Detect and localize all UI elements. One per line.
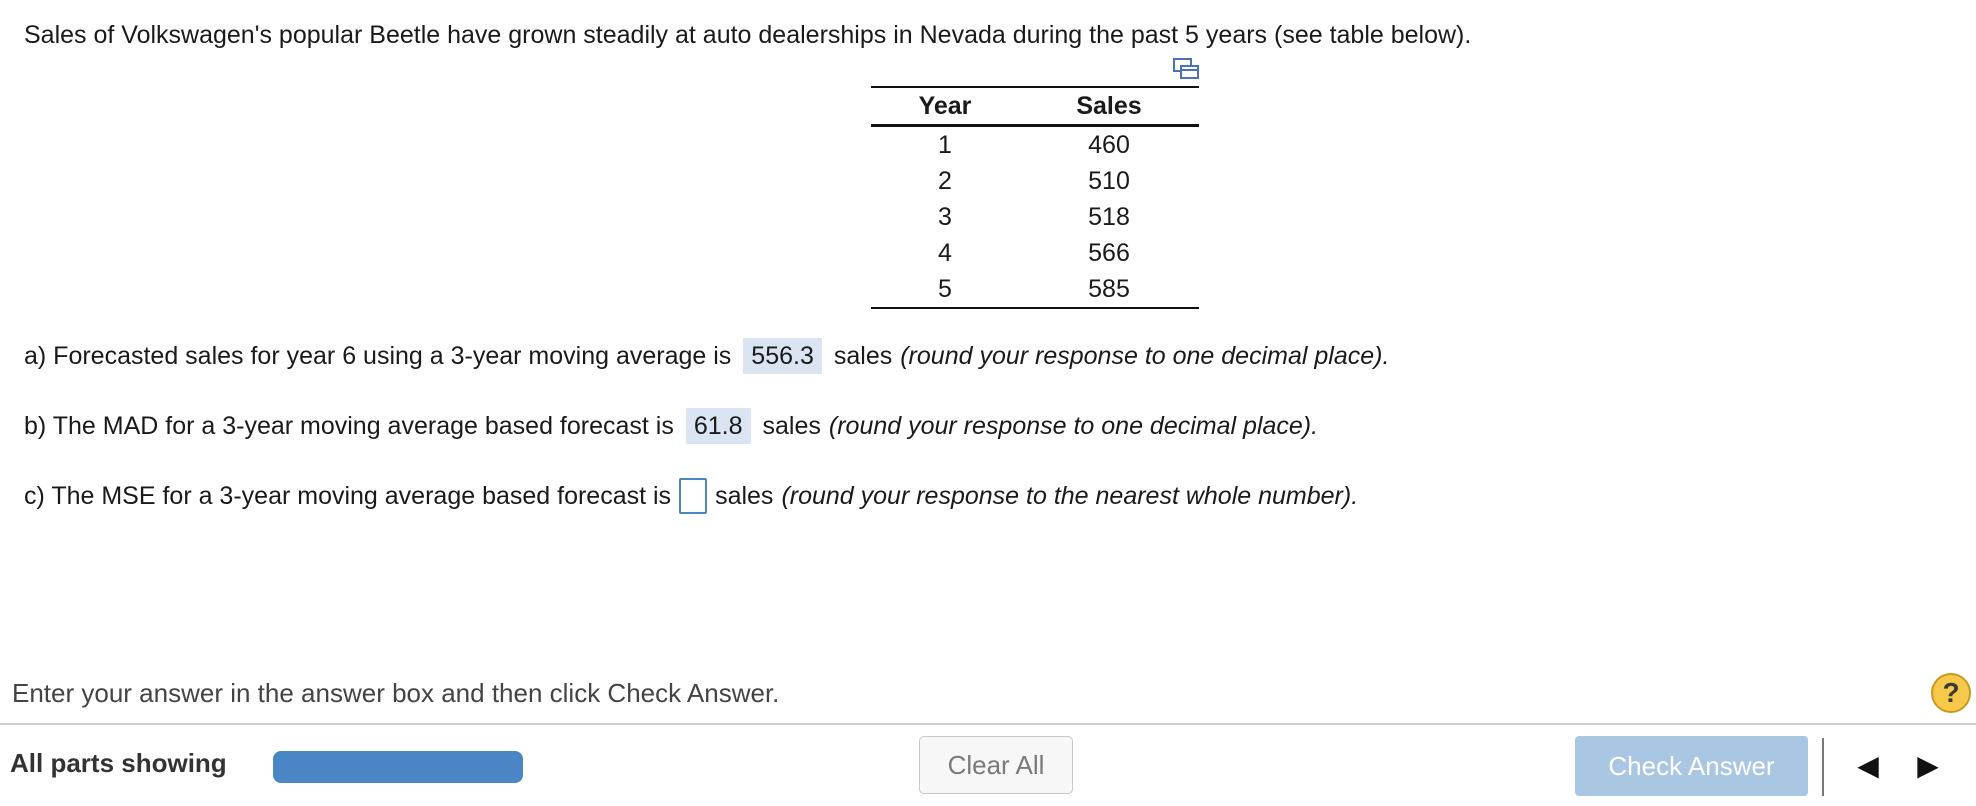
footer-divider	[0, 723, 1976, 725]
sales-cell: 460	[1088, 130, 1130, 159]
sales-cell: 585	[1019, 271, 1199, 309]
part-a-rounding-note: (round your response to one decimal plac…	[900, 342, 1390, 370]
part-b-answer-field[interactable]: 61.8	[685, 408, 751, 444]
question-part-a: a) Forecasted sales for year 6 using a 3…	[24, 338, 1389, 374]
help-icon[interactable]: ?	[1931, 673, 1971, 713]
column-header-sales: Sales	[1019, 86, 1199, 127]
sales-cell: 510	[1088, 166, 1130, 195]
part-b-unit: sales	[762, 412, 821, 440]
year-cell: 5	[871, 271, 1019, 309]
previous-question-icon[interactable]: ◀	[1840, 736, 1896, 794]
part-b-prompt: b) The MAD for a 3-year moving average b…	[24, 412, 674, 440]
part-a-answer-field[interactable]: 556.3	[743, 338, 822, 374]
popout-table-icon[interactable]	[1173, 58, 1199, 80]
question-part-c: c) The MSE for a 3-year moving average b…	[24, 478, 1358, 514]
table-row: 4 566	[871, 235, 1199, 271]
part-a-prompt: a) Forecasted sales for year 6 using a 3…	[24, 342, 732, 370]
column-header-year: Year	[871, 86, 1019, 127]
question-intro: Sales of Volkswagen's popular Beetle hav…	[24, 21, 1472, 49]
part-c-prompt: c) The MSE for a 3-year moving average b…	[24, 482, 672, 510]
clear-all-button[interactable]: Clear All	[919, 736, 1073, 794]
sales-cell: 518	[1088, 202, 1130, 231]
next-question-icon[interactable]: ▶	[1900, 736, 1956, 794]
part-c-answer-input[interactable]	[679, 478, 708, 514]
year-cell: 1	[938, 130, 952, 159]
instructions-text: Enter your answer in the answer box and …	[12, 678, 780, 708]
check-answer-button[interactable]: Check Answer	[1575, 736, 1808, 796]
part-b-rounding-note: (round your response to one decimal plac…	[828, 412, 1319, 440]
table-row: 5 585	[871, 271, 1199, 309]
part-c-unit: sales	[715, 482, 774, 510]
part-c-rounding-note: (round your response to the nearest whol…	[781, 482, 1359, 510]
nav-separator	[1822, 738, 1824, 796]
year-cell: 3	[938, 202, 952, 231]
table-row: 2 510	[871, 163, 1199, 199]
part-a-unit: sales	[833, 342, 893, 370]
table-row: 3 518	[871, 199, 1199, 235]
parts-showing-label: All parts showing	[10, 748, 227, 778]
sales-cell: 566	[1088, 238, 1130, 267]
table-header-row: Year Sales	[871, 86, 1199, 127]
year-cell: 4	[938, 238, 952, 267]
question-part-b: b) The MAD for a 3-year moving average b…	[24, 408, 1318, 444]
table-row: 1 460	[871, 126, 1199, 164]
parts-progress-bar	[273, 751, 523, 783]
sales-table: Year Sales 1 460 2 510 3 518 4 566 5 585	[871, 86, 1199, 309]
year-cell: 2	[938, 166, 952, 195]
